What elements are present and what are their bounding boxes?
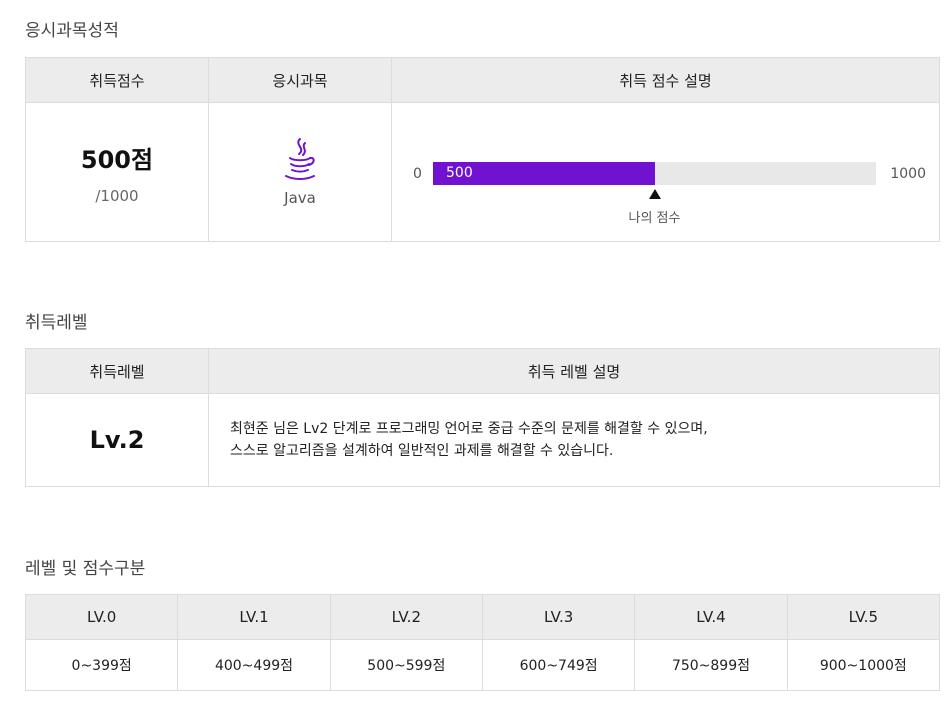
header-level-2: LV.2 — [329, 594, 483, 640]
header-level-5: LV.5 — [786, 594, 941, 640]
header-score-description: 취득 점수 설명 — [391, 57, 940, 103]
score-chart-cell: 0 500 1000 나의 점수 — [391, 102, 940, 242]
java-icon — [280, 137, 320, 183]
range-cell-2: 500~599점 — [329, 639, 483, 691]
header-level-4: LV.4 — [634, 594, 788, 640]
header-level-1: LV.1 — [177, 594, 331, 640]
score-marker-icon — [648, 189, 661, 199]
section-title-subject-score: 응시과목성적 — [25, 21, 119, 41]
level-value: Lv.2 — [89, 426, 145, 454]
level-description-line: 스스로 알고리즘을 설계하여 일반적인 과제를 해결할 수 있습니다. — [230, 443, 614, 459]
section-title-level: 취득레벨 — [25, 313, 88, 333]
header-level-0: LV.0 — [24, 594, 179, 640]
bar-max-label: 1000 — [890, 166, 926, 182]
bar-value-label: 500 — [446, 165, 473, 181]
range-cell-3: 600~749점 — [481, 639, 636, 691]
header-subject: 응시과목 — [208, 57, 392, 103]
score-bar-track: 500 — [433, 162, 876, 185]
subject-name: Java — [284, 189, 316, 207]
subject-score-table: 취득점수 응시과목 취득 점수 설명 500점 /1000 Java 0 500… — [25, 57, 940, 242]
score-total: /1000 — [95, 186, 139, 205]
range-cell-1: 400~499점 — [177, 639, 331, 691]
level-description-cell: 최현준 님은 Lv2 단계로 프로그래밍 언어로 중급 수준의 문제를 해결할 … — [208, 393, 940, 487]
bar-min-label: 0 — [413, 166, 422, 182]
table-header-row: 취득레벨 취득 레벨 설명 — [25, 348, 940, 394]
level-table: 취득레벨 취득 레벨 설명 Lv.2 최현준 님은 Lv2 단계로 프로그래밍 … — [25, 348, 940, 487]
table-row: 500점 /1000 Java 0 500 1000 나의 점수 — [25, 102, 940, 242]
level-cell: Lv.2 — [25, 393, 209, 487]
score-marker-label: 나의 점수 — [628, 211, 681, 226]
range-cell-0: 0~399점 — [24, 639, 179, 691]
level-range-table: LV.0 LV.1 LV.2 LV.3 LV.4 LV.5 0~399점 400… — [24, 594, 941, 691]
table-row: Lv.2 최현준 님은 Lv2 단계로 프로그래밍 언어로 중급 수준의 문제를… — [25, 393, 940, 487]
table-header-row: 취득점수 응시과목 취득 점수 설명 — [25, 57, 940, 103]
range-cell-4: 750~899점 — [634, 639, 788, 691]
section-title-level-score-range: 레벨 및 점수구분 — [25, 559, 146, 579]
range-cell-5: 900~1000점 — [786, 639, 941, 691]
score-value: 500점 — [80, 145, 154, 174]
header-level: 취득레벨 — [25, 348, 209, 394]
score-cell: 500점 /1000 — [25, 102, 209, 242]
table-row: 0~399점 400~499점 500~599점 600~749점 750~89… — [24, 639, 941, 691]
header-acquired-score: 취득점수 — [25, 57, 209, 103]
subject-cell: Java — [208, 102, 392, 242]
header-level-3: LV.3 — [481, 594, 636, 640]
score-bar-chart: 0 500 1000 나의 점수 — [392, 103, 939, 241]
table-header-row: LV.0 LV.1 LV.2 LV.3 LV.4 LV.5 — [24, 594, 941, 640]
score-bar-fill: 500 — [433, 162, 655, 185]
header-level-description: 취득 레벨 설명 — [208, 348, 940, 394]
level-description-line: 최현준 님은 Lv2 단계로 프로그래밍 언어로 중급 수준의 문제를 해결할 … — [230, 421, 708, 437]
